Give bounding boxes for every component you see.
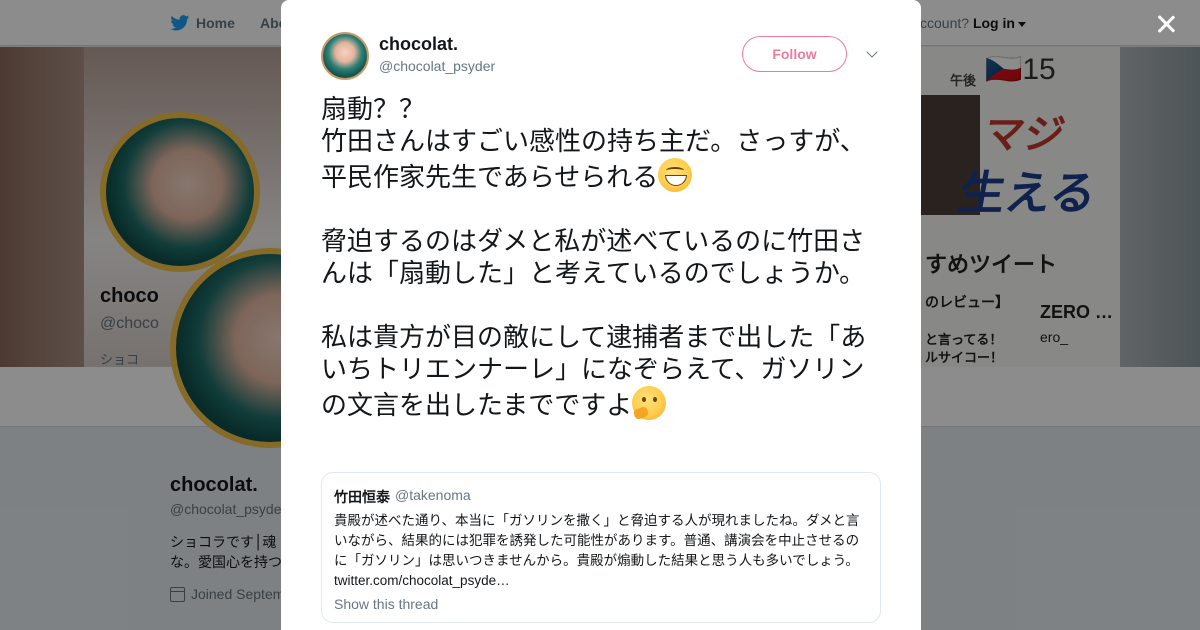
quoted-tweet-text: 貴殿が述べた通り、本当に「ガソリンを撒く」と脅迫する人が現れましたね。ダメと言い…: [334, 511, 868, 591]
tweet-modal: chocolat. @chocolat_psyder Follow 扇動？？ 竹…: [281, 0, 921, 630]
tweet-paragraph: [321, 194, 886, 226]
quoted-tweet-link[interactable]: twitter.com/chocolat_psyde…: [334, 573, 510, 588]
quoted-tweet[interactable]: 竹田恒泰 @takenoma 貴殿が述べた通り、本当に「ガソリンを撒く」と脅迫す…: [321, 472, 881, 623]
author-avatar[interactable]: [321, 32, 369, 80]
tweet-paragraph: [321, 290, 886, 322]
tweet-paragraph: 扇動？？: [321, 95, 426, 125]
tweet-paragraph: 私は貴方が目の敵にして逮捕者まで出した「あいちトリエンナーレ」になぞらえて、ガソ…: [321, 322, 886, 422]
thinking-face-icon: [632, 386, 667, 420]
show-thread-link[interactable]: Show this thread: [334, 596, 868, 612]
author-name[interactable]: chocolat.: [379, 34, 458, 55]
grinning-face-icon: [658, 158, 693, 192]
tweet-paragraph-text: 竹田さんはすごい感性の持ち主だ。さっすが、平民作家先生であらせられる: [321, 127, 866, 193]
tweet-paragraph-text: 私は貴方が目の敵にして逮捕者まで出した「あいちトリエンナーレ」になぞらえて、ガソ…: [321, 323, 867, 421]
tweet-text: 扇動？？ 竹田さんはすごい感性の持ち主だ。さっすが、平民作家先生であらせられる …: [321, 94, 886, 422]
author-handle[interactable]: @chocolat_psyder: [379, 58, 495, 74]
tweet-paragraph: 脅迫するのはダメと私が述べているのに竹田さんは「扇動した」と考えているのでしょう…: [321, 227, 866, 289]
quoted-tweet-body: 貴殿が述べた通り、本当に「ガソリンを撒く」と脅迫する人が現れましたね。ダメと言い…: [334, 513, 860, 569]
quoted-author-name: 竹田恒泰: [334, 490, 390, 506]
follow-button[interactable]: Follow: [742, 36, 847, 72]
tweet-paragraph: 竹田さんはすごい感性の持ち主だ。さっすが、平民作家先生であらせられる: [321, 126, 886, 194]
quoted-tweet-header: 竹田恒泰 @takenoma: [334, 487, 868, 507]
quoted-author-handle: @takenoma: [395, 487, 471, 503]
close-icon[interactable]: [1152, 10, 1180, 38]
chevron-down-icon[interactable]: [865, 48, 879, 62]
